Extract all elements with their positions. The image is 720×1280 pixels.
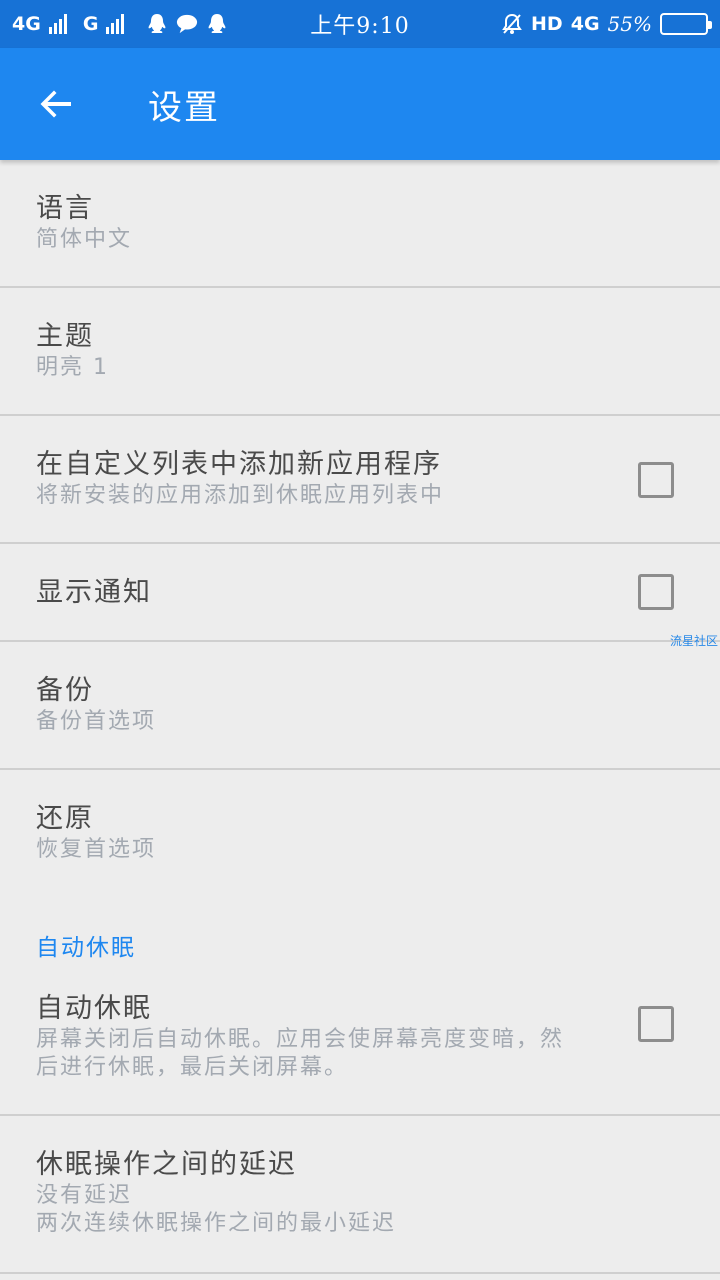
silent-bell-icon xyxy=(501,13,523,35)
setting-title: 休眠操作之间的延迟 xyxy=(36,1149,297,1180)
arrow-left-icon xyxy=(40,90,71,118)
setting-title: 在自定义列表中添加新应用程序 xyxy=(36,449,442,480)
section-header-auto-hibernate: 自动休眠 xyxy=(36,935,136,961)
signal-icon xyxy=(48,14,67,34)
show-notification-checkbox[interactable] xyxy=(638,574,674,610)
qq-icon xyxy=(206,13,228,35)
setting-restore[interactable]: 还原 恢复首选项 自动休眠 自动休眠 屏幕关闭后自动休眠。应用会使屏幕亮度变暗，… xyxy=(0,770,720,1116)
message-bubble-icon xyxy=(176,13,198,35)
qq-icon xyxy=(146,13,168,35)
setting-value: 简体中文 xyxy=(36,227,133,252)
setting-delay[interactable]: 休眠操作之间的延迟 没有延迟 两次连续休眠操作之间的最小延迟 xyxy=(0,1116,720,1274)
status-right: HD 4G 55% xyxy=(501,12,712,36)
setting-value: 明亮 1 xyxy=(36,355,109,380)
setting-add-new-apps[interactable]: 在自定义列表中添加新应用程序 将新安装的应用添加到休眠应用列表中 xyxy=(0,416,720,544)
setting-title: 主题 xyxy=(36,321,94,352)
setting-backup[interactable]: 备份 备份首选项 xyxy=(0,642,720,770)
network-type-3: 4G xyxy=(570,13,600,35)
setting-title: 备份 xyxy=(36,675,94,706)
setting-title: 显示通知 xyxy=(36,577,152,608)
back-button[interactable] xyxy=(0,48,112,160)
setting-desc: 屏幕关闭后自动休眠。应用会使屏幕亮度变暗，然后进行休眠，最后关闭屏幕。 xyxy=(36,1027,565,1080)
auto-hibernate-checkbox[interactable] xyxy=(638,1006,674,1042)
setting-value: 没有延迟 xyxy=(36,1183,133,1208)
setting-desc: 将新安装的应用添加到休眠应用列表中 xyxy=(36,483,445,508)
battery-percent: 55% xyxy=(607,12,652,36)
hd-label: HD xyxy=(531,13,563,35)
status-left: 4G G xyxy=(12,13,501,35)
page-title: 设置 xyxy=(148,87,220,128)
watermark: 流星社区 xyxy=(669,634,718,648)
settings-list: 语言 简体中文 主题 明亮 1 在自定义列表中添加新应用程序 将新安装的应用添加… xyxy=(0,160,720,1274)
setting-show-notification[interactable]: 显示通知 xyxy=(0,544,720,642)
app-bar: 设置 xyxy=(0,48,720,160)
setting-language[interactable]: 语言 简体中文 xyxy=(0,160,720,288)
setting-desc: 备份首选项 xyxy=(36,709,157,734)
setting-auto-hibernate[interactable]: 自动休眠 屏幕关闭后自动休眠。应用会使屏幕亮度变暗，然后进行休眠，最后关闭屏幕。 xyxy=(0,992,720,1112)
setting-desc: 两次连续休眠操作之间的最小延迟 xyxy=(36,1211,397,1236)
setting-title: 自动休眠 xyxy=(36,993,152,1024)
battery-icon xyxy=(660,13,712,35)
network-type-1: 4G xyxy=(12,13,41,35)
setting-desc: 恢复首选项 xyxy=(36,837,157,862)
setting-title: 还原 xyxy=(36,803,94,834)
status-bar: 4G G 上午9:10 HD 4G 55% xyxy=(0,0,720,48)
signal-icon xyxy=(106,14,125,34)
network-type-2: G xyxy=(82,13,99,35)
setting-title: 语言 xyxy=(36,193,94,224)
add-new-apps-checkbox[interactable] xyxy=(638,462,674,498)
setting-theme[interactable]: 主题 明亮 1 xyxy=(0,288,720,416)
